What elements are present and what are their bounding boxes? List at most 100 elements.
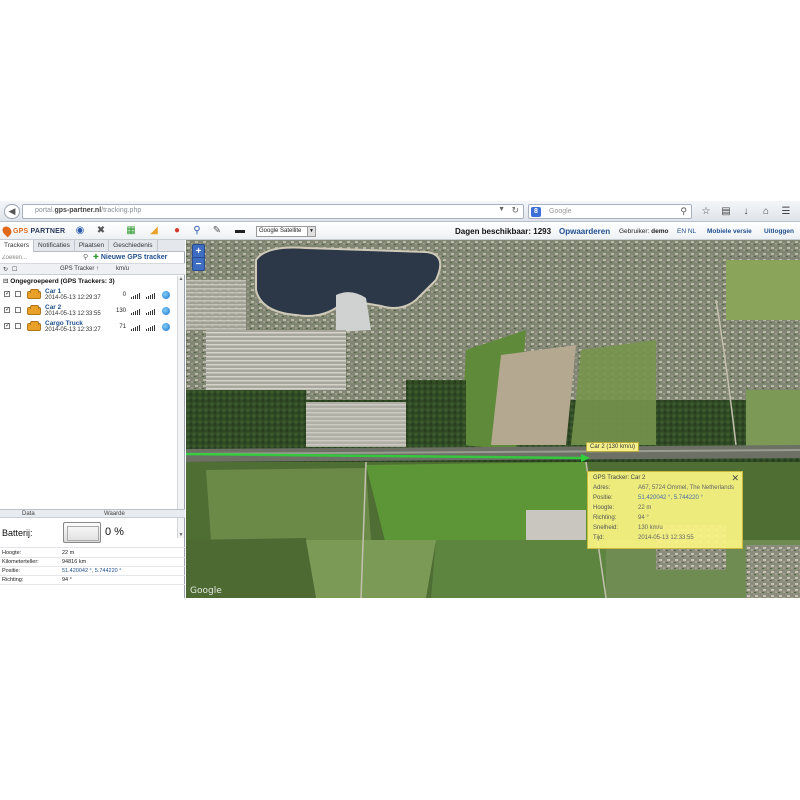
upgrade-link[interactable]: Opwaarderen <box>559 227 610 236</box>
screenshot-frame: ◀ portal.gps-partner.nl/tracking.php ▼ ↻… <box>0 201 800 598</box>
popup-row: Tijd: 2014-05-13 12:33:55 <box>593 535 694 541</box>
panel-tabs: Trackers Notificaties Plaatsen Geschiede… <box>0 240 185 252</box>
locate-icon[interactable] <box>162 323 170 331</box>
group-label: ⊟ Ongegroepeerd (GPS Trackers: 3) <box>3 278 115 285</box>
search-engine-icon[interactable]: 8 <box>531 207 541 217</box>
browser-search-placeholder: Google <box>549 208 572 215</box>
home-icon[interactable]: ⌂ <box>758 204 774 219</box>
battery-row: Batterij: 0 % <box>0 518 185 548</box>
battery-label: Batterij: <box>2 528 33 538</box>
tab-geschiedenis[interactable]: Geschiedenis <box>109 240 158 252</box>
select-all-checkbox[interactable]: ☐ <box>12 266 17 273</box>
help-icon[interactable]: ◉ <box>73 224 87 238</box>
logout-link[interactable]: Uitloggen <box>764 228 794 235</box>
battery-value: 0 % <box>105 526 124 538</box>
zoom-control: + − <box>192 244 205 271</box>
tab-notificaties[interactable]: Notificaties <box>34 240 75 252</box>
gps-signal-icon <box>146 307 155 315</box>
browser-toolbar: ◀ portal.gps-partner.nl/tracking.php ▼ ↻… <box>0 201 800 222</box>
gsm-signal-icon <box>131 323 140 331</box>
select-checkbox[interactable] <box>15 291 21 297</box>
star-icon[interactable]: ☆ <box>698 204 714 219</box>
tracker-row[interactable]: ✓ Car 2 2014-05-13 12:33:55 130 <box>0 304 178 318</box>
edit-icon[interactable]: ✎ <box>210 224 224 238</box>
data-row: Hoogte: 22 m <box>0 549 185 558</box>
tracker-speed: 130 <box>115 308 126 314</box>
car-icon <box>27 305 41 315</box>
close-icon[interactable]: ✕ <box>731 473 739 484</box>
clear-search-icon[interactable]: ⚲ <box>83 253 88 261</box>
map-layer-select[interactable]: Google Satellite ▼ <box>256 226 316 237</box>
truck-icon <box>27 321 41 331</box>
tracker-time: 2014-05-13 12:29:37 <box>45 295 101 301</box>
tab-trackers[interactable]: Trackers <box>0 240 35 252</box>
gps-signal-icon <box>146 291 155 299</box>
network-icon[interactable]: ▦ <box>124 224 138 238</box>
tracker-list-scrollbar[interactable]: ▲ ▼ <box>177 276 184 538</box>
chevron-down-icon: ▼ <box>307 227 315 236</box>
tracker-info-popup: ✕ GPS Tracker: Car 2 Adres: A67, 5724 Om… <box>587 471 743 549</box>
popup-title: GPS Tracker: Car 2 <box>593 475 646 481</box>
visible-checkbox[interactable]: ✓ <box>4 307 10 313</box>
car-icon <box>27 289 41 299</box>
days-available: Dagen beschikbaar: 1293 <box>455 227 552 236</box>
tracker-time: 2014-05-13 12:33:27 <box>45 327 101 333</box>
gsm-signal-icon <box>131 291 140 299</box>
url-text: portal.gps-partner.nl/tracking.php <box>35 207 142 214</box>
select-checkbox[interactable] <box>15 323 21 329</box>
map-pin-icon[interactable]: ● <box>170 224 184 238</box>
locate-icon[interactable] <box>162 291 170 299</box>
user-info: Gebruiker: demo <box>619 228 669 235</box>
data-row: Kilometerteller: 94816 km <box>0 558 185 567</box>
scroll-up-icon[interactable]: ▲ <box>178 276 184 282</box>
tracker-row[interactable]: ✓ Car 1 2014-05-13 12:29:37 0 <box>0 288 178 302</box>
locate-icon[interactable] <box>162 307 170 315</box>
battery-icon <box>63 522 101 543</box>
zoom-out-button[interactable]: − <box>193 258 204 271</box>
reload-icon[interactable]: ↻ <box>511 205 519 216</box>
car-map-label[interactable]: Car 2 (130 km/u) <box>586 442 640 452</box>
tracker-speed: 0 <box>122 292 126 298</box>
clipboard-icon[interactable]: ▤ <box>718 204 734 219</box>
back-arrow-icon[interactable]: ◀ <box>4 204 20 219</box>
select-checkbox[interactable] <box>15 307 21 313</box>
column-tracker[interactable]: GPS Tracker ↑ <box>60 266 99 272</box>
refresh-icon[interactable]: ↻ <box>3 266 8 273</box>
tracker-group[interactable]: ⊟ Ongegroepeerd (GPS Trackers: 3) <box>0 276 185 286</box>
magnifier-icon[interactable]: ⚲ <box>190 224 204 238</box>
logo-text: GPS PARTNER <box>13 227 66 235</box>
browser-search-box[interactable]: 8 Google ⚲ <box>528 204 692 219</box>
visible-checkbox[interactable]: ✓ <box>4 323 10 329</box>
satellite-map[interactable]: + − Car 2 (130 km/u) ✕ GPS Tracker: Car … <box>186 240 800 598</box>
column-speed[interactable]: km/u <box>116 266 129 272</box>
tracker-row[interactable]: ✓ Cargo Truck 2014-05-13 12:33:27 71 <box>0 320 178 334</box>
gps-partner-logo: GPS PARTNER <box>0 224 66 238</box>
zoom-in-button[interactable]: + <box>193 245 204 258</box>
tracker-name[interactable]: Cargo Truck <box>45 320 83 327</box>
tracker-name[interactable]: Car 1 <box>45 288 61 295</box>
tools-icon[interactable]: ✖ <box>94 224 108 238</box>
mobile-version-link[interactable]: Mobiele versie <box>707 228 752 235</box>
language-switch[interactable]: EN NL <box>677 228 696 235</box>
popup-row: Snelheid: 130 km/u <box>593 525 663 531</box>
tracker-name[interactable]: Car 2 <box>45 304 61 311</box>
popup-row: Adres: A67, 5724 Ommel, The Netherlands <box>593 485 734 491</box>
tracker-search-input[interactable] <box>2 253 80 262</box>
menu-icon[interactable]: ☰ <box>778 204 794 219</box>
search-icon[interactable]: ⚲ <box>680 206 687 217</box>
tab-plaatsen[interactable]: Plaatsen <box>75 240 110 252</box>
new-tracker-button[interactable]: ✚ Nieuwe GPS tracker <box>93 253 167 261</box>
tracker-time: 2014-05-13 12:33:55 <box>45 311 101 317</box>
gsm-signal-icon <box>131 307 140 315</box>
download-icon[interactable]: ↓ <box>738 204 754 219</box>
popup-row: Richting: 94 ° <box>593 515 649 521</box>
google-logo: Google <box>190 586 222 596</box>
tracker-search-row: ⚲ ✚ Nieuwe GPS tracker <box>0 252 185 264</box>
screen-icon[interactable]: ▬ <box>233 224 247 238</box>
ruler-icon[interactable]: ◢ <box>147 224 161 238</box>
visible-checkbox[interactable]: ✓ <box>4 291 10 297</box>
app-toolbar: GPS PARTNER ◉ ✖ ▦ ◢ ● ⚲ ✎ ▬ Google Satel… <box>0 222 800 240</box>
url-bar[interactable]: portal.gps-partner.nl/tracking.php ▼ ↻ <box>22 204 524 219</box>
data-row: Positie: 51.420042 °, 5.744220 ° <box>0 567 185 576</box>
url-dropdown-icon[interactable]: ▼ <box>498 206 505 213</box>
